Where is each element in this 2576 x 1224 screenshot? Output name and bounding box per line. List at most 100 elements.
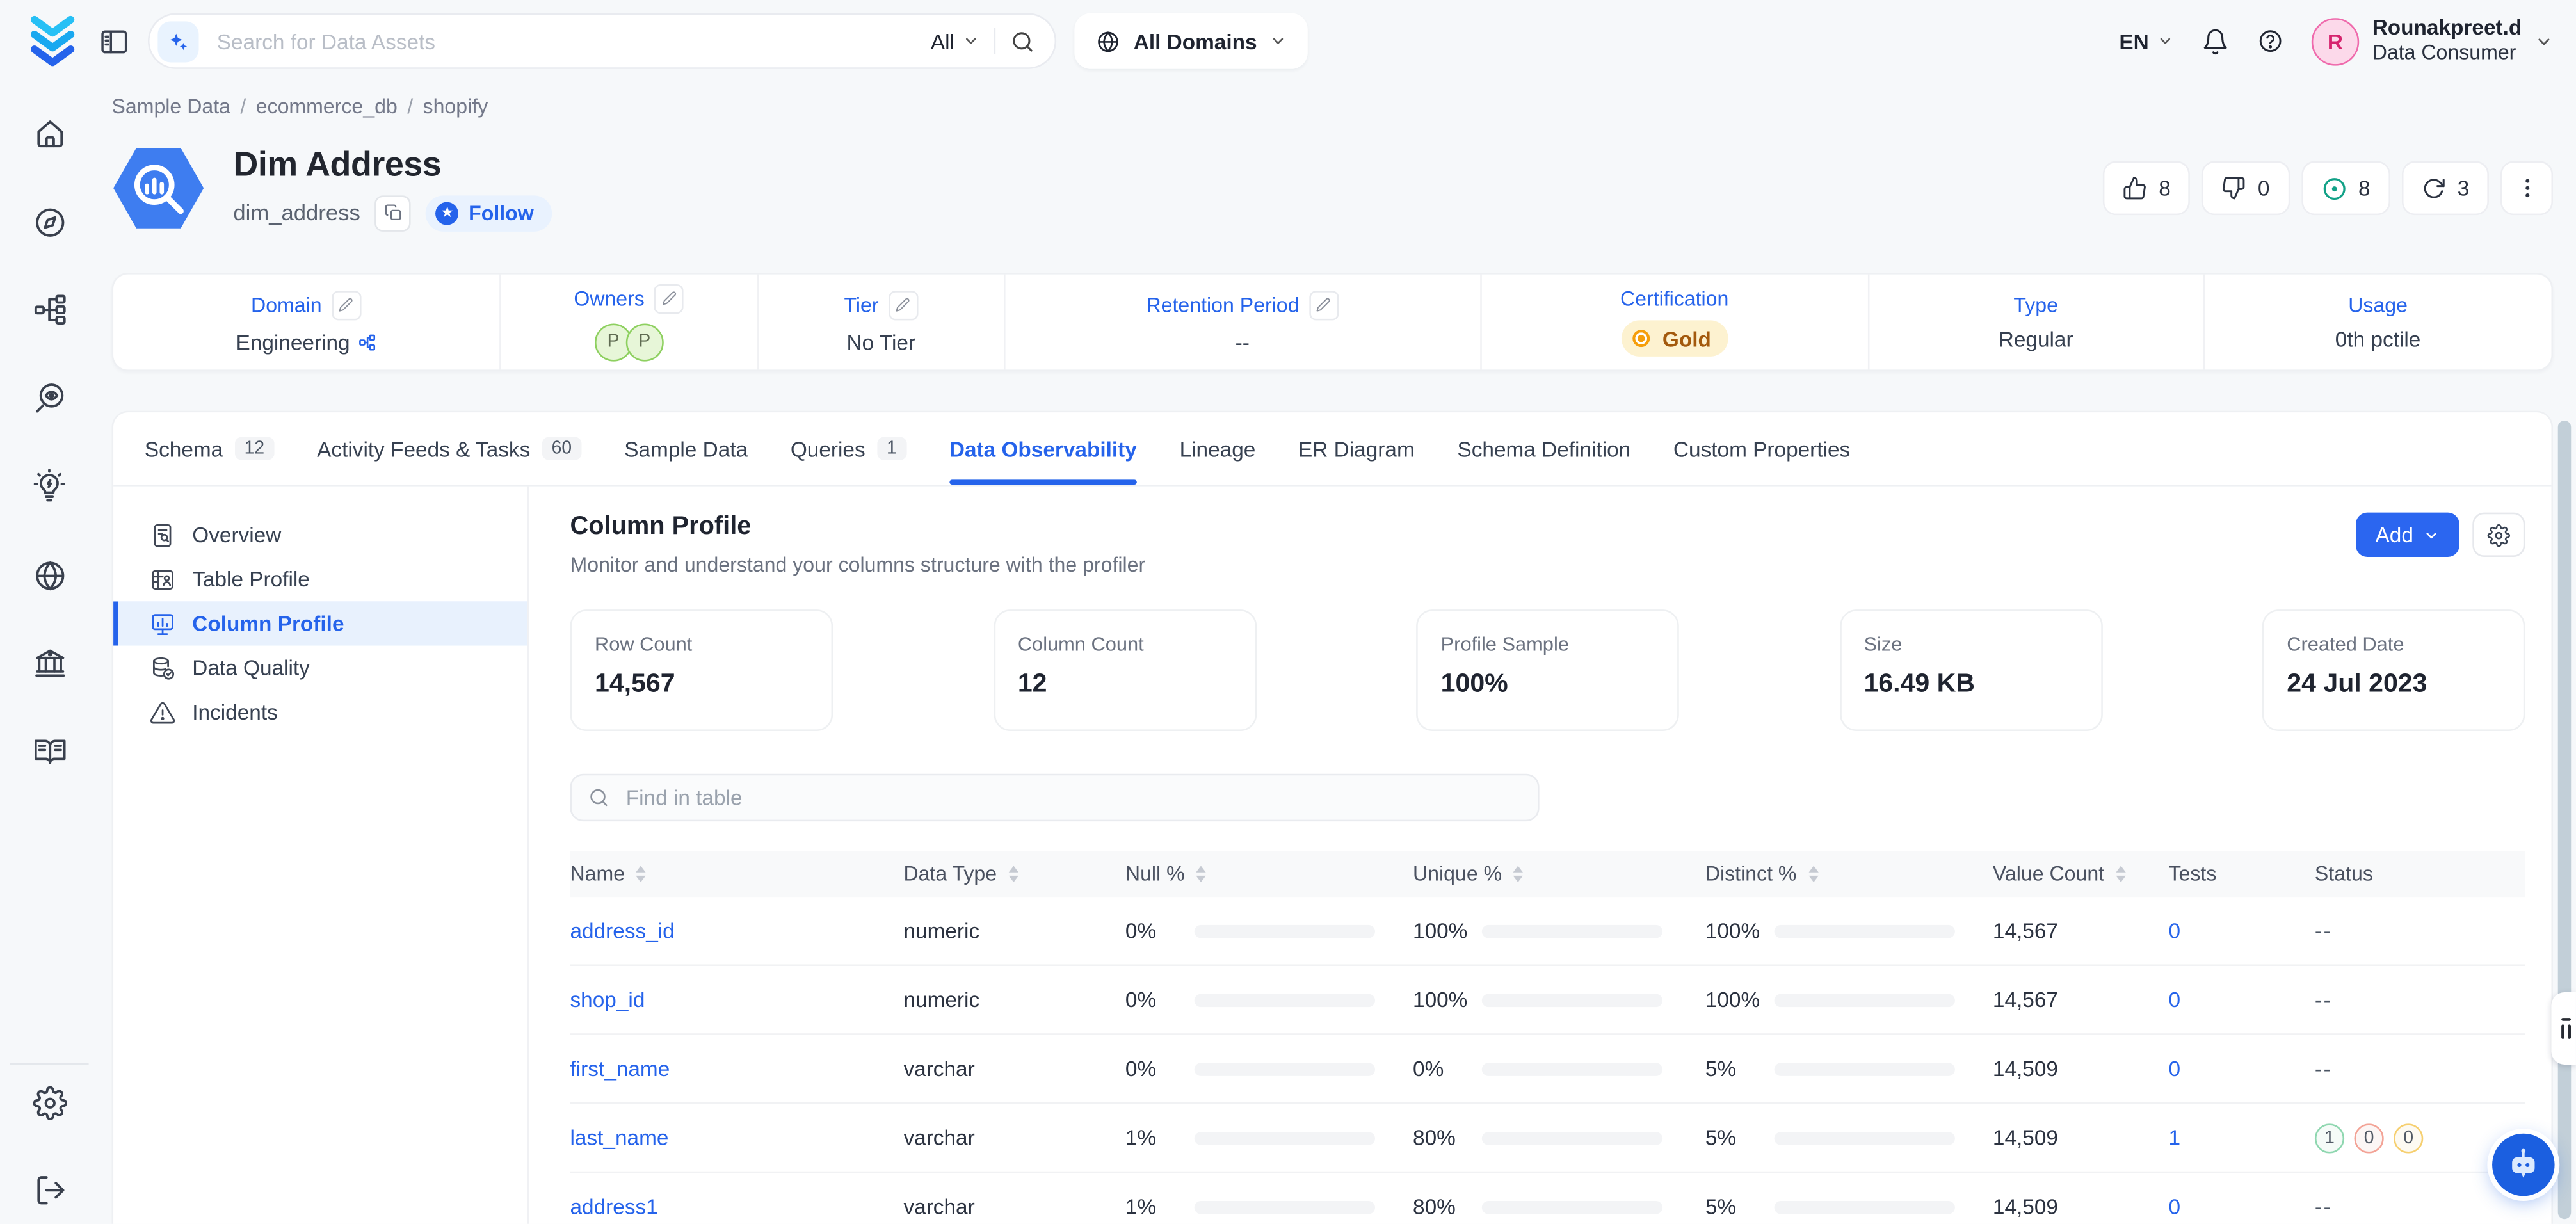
tab-queries[interactable]: Queries1 xyxy=(791,412,906,485)
edit-owners-icon[interactable] xyxy=(654,284,684,313)
home-icon[interactable] xyxy=(32,117,67,151)
tier-label[interactable]: Tier xyxy=(844,293,878,316)
tab-er-diagram[interactable]: ER Diagram xyxy=(1298,412,1415,485)
tests-link[interactable]: 1 xyxy=(2169,1125,2315,1150)
column-header-name[interactable]: Name xyxy=(570,862,904,885)
openmetadata-logo[interactable] xyxy=(24,13,80,69)
column-name-link[interactable]: address_id xyxy=(570,919,904,943)
versions-button[interactable]: 3 xyxy=(2401,161,2489,215)
column-header-distinct[interactable]: Distinct % xyxy=(1705,862,1993,885)
watch-button[interactable]: 8 xyxy=(2301,161,2390,215)
chat-assistant-button[interactable] xyxy=(2492,1134,2555,1196)
ai-sparkle-icon[interactable] xyxy=(157,20,198,61)
upvote-button[interactable]: 8 xyxy=(2103,161,2191,215)
settings-gear-icon[interactable] xyxy=(32,1086,67,1120)
tab-custom-properties[interactable]: Custom Properties xyxy=(1673,412,1850,485)
status-value: -- xyxy=(2315,1056,2525,1081)
domain-value[interactable]: Engineering xyxy=(236,330,350,354)
explore-compass-icon[interactable] xyxy=(32,205,67,239)
tests-link[interactable]: 0 xyxy=(2169,919,2315,943)
column-header-null[interactable]: Null % xyxy=(1125,862,1413,885)
notifications-bell-icon[interactable] xyxy=(2202,27,2230,55)
breadcrumb-database[interactable]: ecommerce_db xyxy=(256,95,398,118)
edit-retention-icon[interactable] xyxy=(1309,290,1339,319)
add-button[interactable]: Add xyxy=(2356,513,2459,557)
help-icon[interactable] xyxy=(2257,28,2283,54)
observability-icon[interactable] xyxy=(32,380,67,415)
meta-usage: Usage 0th pctile xyxy=(2205,275,2552,370)
type-label[interactable]: Type xyxy=(2013,293,2058,316)
downvote-button[interactable]: 0 xyxy=(2202,161,2290,215)
tests-link[interactable]: 0 xyxy=(2169,1056,2315,1081)
star-icon: ★ xyxy=(436,201,459,224)
status-badges: 100 xyxy=(2315,1123,2525,1152)
edit-tier-icon[interactable] xyxy=(889,290,918,319)
lineage-flow-icon[interactable] xyxy=(32,293,67,327)
sidebar-item-incidents[interactable]: Incidents xyxy=(113,690,527,734)
governance-bank-icon[interactable] xyxy=(32,646,67,680)
tab-lineage[interactable]: Lineage xyxy=(1180,412,1256,485)
percent-bar xyxy=(1482,1062,1662,1075)
watch-icon xyxy=(2321,175,2347,201)
column-name-link[interactable]: shop_id xyxy=(570,987,904,1011)
find-in-table[interactable] xyxy=(570,774,1540,821)
insights-bulb-icon[interactable] xyxy=(31,468,67,504)
sort-carets-icon[interactable] xyxy=(636,866,646,882)
sort-carets-icon[interactable] xyxy=(1513,866,1523,882)
profiler-settings-button[interactable] xyxy=(2472,513,2525,557)
edit-domain-icon[interactable] xyxy=(332,290,361,319)
search-icon[interactable] xyxy=(1010,29,1034,53)
usage-label[interactable]: Usage xyxy=(2348,293,2408,316)
right-edge-widget-handle[interactable] xyxy=(2551,992,2575,1065)
retention-label[interactable]: Retention Period xyxy=(1147,293,1300,316)
follow-button[interactable]: ★ Follow xyxy=(426,195,552,230)
glossary-book-icon[interactable] xyxy=(32,734,67,768)
domain-link-icon[interactable] xyxy=(358,333,376,351)
global-search-input[interactable] xyxy=(214,27,916,55)
sort-carets-icon[interactable] xyxy=(1008,866,1018,882)
tests-link[interactable]: 0 xyxy=(2169,1195,2315,1219)
tab-schema-definition[interactable]: Schema Definition xyxy=(1457,412,1630,485)
owner-avatar[interactable]: P xyxy=(625,323,663,360)
domains-globe-icon[interactable] xyxy=(32,558,67,592)
sidebar-item-table-profile[interactable]: Table Profile xyxy=(113,557,527,601)
certification-label[interactable]: Certification xyxy=(1620,287,1728,310)
user-avatar[interactable]: R xyxy=(2312,17,2359,65)
column-header-value-count[interactable]: Value Count xyxy=(1993,862,2169,885)
all-domains-dropdown[interactable]: All Domains xyxy=(1074,13,1308,69)
value-count: 14,509 xyxy=(1993,1056,2169,1081)
owners-label[interactable]: Owners xyxy=(574,287,645,310)
language-dropdown[interactable]: EN xyxy=(2119,29,2173,53)
more-options-button[interactable] xyxy=(2500,161,2553,215)
user-menu[interactable]: R Rounakpreet.d Data Consumer xyxy=(2312,15,2553,67)
logout-icon[interactable] xyxy=(32,1173,67,1207)
column-header-unique[interactable]: Unique % xyxy=(1413,862,1705,885)
percent-bar xyxy=(1482,993,1662,1006)
copy-icon[interactable] xyxy=(375,195,411,230)
global-search[interactable]: All xyxy=(148,13,1056,69)
sidebar-toggle-icon[interactable] xyxy=(99,26,130,57)
breadcrumb-schema[interactable]: shopify xyxy=(423,95,488,118)
sidebar-item-data-quality[interactable]: Data Quality xyxy=(113,646,527,690)
sort-carets-icon[interactable] xyxy=(1196,866,1206,882)
vertical-scrollbar[interactable] xyxy=(2558,421,2572,1219)
tab-activity-feeds-tasks[interactable]: Activity Feeds & Tasks60 xyxy=(317,412,581,485)
search-scope-dropdown[interactable]: All xyxy=(931,29,979,53)
tests-link[interactable]: 0 xyxy=(2169,987,2315,1011)
column-name-link[interactable]: first_name xyxy=(570,1056,904,1081)
sort-carets-icon[interactable] xyxy=(2116,866,2125,882)
tab-data-observability[interactable]: Data Observability xyxy=(949,412,1137,485)
column-header-data-type[interactable]: Data Type xyxy=(903,862,1125,885)
sort-carets-icon[interactable] xyxy=(1808,866,1817,882)
breadcrumb-service[interactable]: Sample Data xyxy=(112,95,230,118)
stat-label: Profile Sample xyxy=(1441,632,1655,656)
domain-label[interactable]: Domain xyxy=(251,293,322,316)
find-in-table-input[interactable] xyxy=(623,784,1522,812)
sidebar-item-overview[interactable]: Overview xyxy=(113,513,527,557)
tab-schema[interactable]: Schema12 xyxy=(145,412,275,485)
percent-value: 1% xyxy=(1125,1195,1195,1219)
column-name-link[interactable]: last_name xyxy=(570,1125,904,1150)
column-name-link[interactable]: address1 xyxy=(570,1195,904,1219)
sidebar-item-column-profile[interactable]: Column Profile xyxy=(113,601,527,645)
tab-sample-data[interactable]: Sample Data xyxy=(624,412,748,485)
